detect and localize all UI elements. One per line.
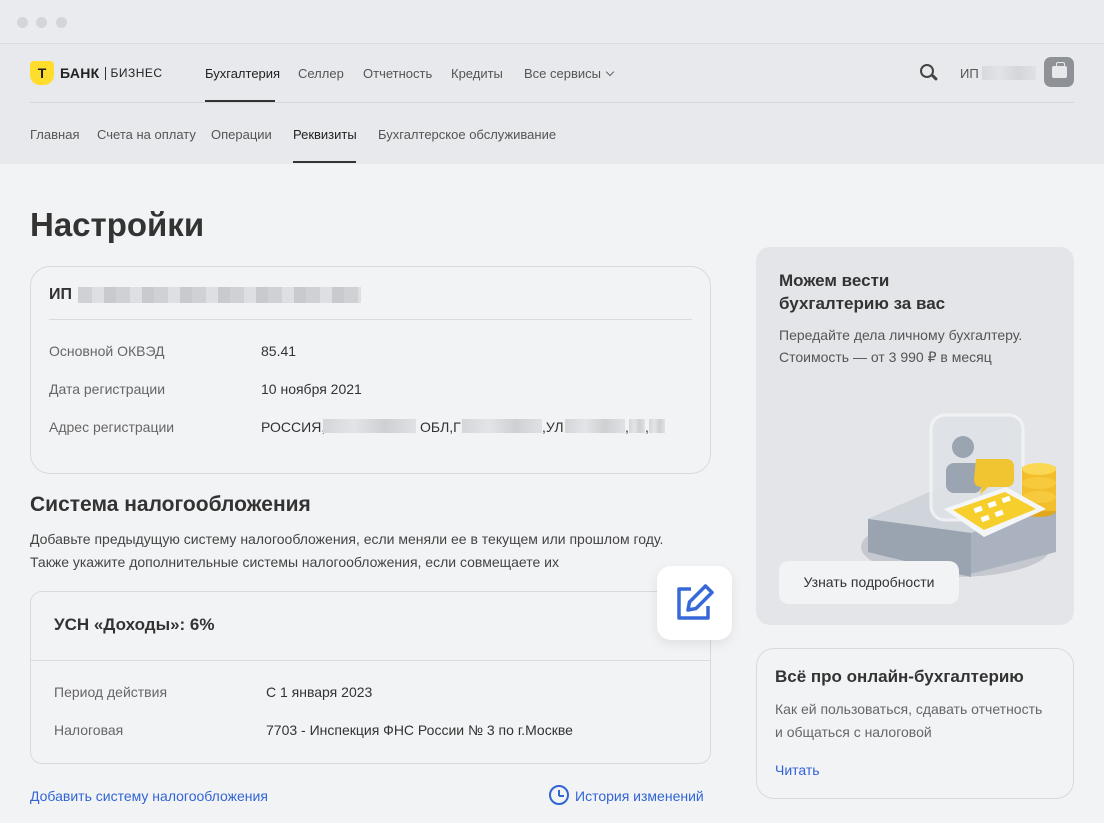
subnav-item-operations[interactable]: Операции [211,127,272,142]
tax-office-value: 7703 - Инспекция ФНС России № 3 по г.Мос… [266,722,573,738]
address-part-street: ,УЛ [542,419,564,435]
topnav-all-services-label: Все сервисы [524,66,601,81]
subnav-item-requisites[interactable]: Реквизиты [293,127,357,142]
topnav-item-reports[interactable]: Отчетность [363,66,432,81]
read-link[interactable]: Читать [775,762,820,778]
entity-type-label: ИП [49,286,72,303]
tax-system-name: УСН «Доходы»: 6% [54,615,215,634]
entity-divider [49,319,692,320]
address-part-region: ОБЛ,Г [420,419,461,435]
address-street-redacted [565,419,625,433]
header-divider [30,102,1074,103]
okved-label: Основной ОКВЭД [49,343,165,359]
registration-date-value: 10 ноября 2021 [261,381,362,397]
tax-card-divider [31,660,710,661]
tax-description-line-2: Также укажите дополнительные системы нал… [30,554,559,570]
registration-address-label: Адрес регистрации [49,419,175,435]
user-type-label[interactable]: ИП [960,66,979,81]
chevron-down-icon [605,67,615,77]
subnav-item-accounting-service[interactable]: Бухгалтерское обслуживание [378,127,556,142]
subnav-active-underline [293,161,356,163]
brand-name: БАНК [60,65,100,81]
info-card-text-line-2: и общаться с налоговой [775,724,932,740]
promo-text-line-1: Передайте дела личному бухгалтеру. [779,327,1023,343]
brand-shield-icon: Т [30,61,54,85]
info-card-title: Всё про онлайн-бухгалтерию [775,667,1024,686]
tax-period-value: С 1 января 2023 [266,684,373,700]
address-city-redacted [462,419,542,433]
briefcase-icon [1052,62,1067,78]
tax-description-line-1: Добавьте предыдущую систему налогообложе… [30,531,664,547]
edit-button[interactable] [657,566,732,640]
brand-separator [104,66,106,80]
subnav-item-invoices[interactable]: Счета на оплату [97,127,196,142]
window-titlebar [0,0,1104,44]
brand-logo[interactable]: Т БАНК БИЗНЕС [30,61,163,85]
promo-title-line-2: бухгалтерию за вас [779,294,946,313]
clock-icon[interactable] [549,785,569,805]
info-card-text-line-1: Как ей пользоваться, сдавать отчетность [775,701,1043,717]
user-name-redacted [982,66,1036,80]
registration-date-label: Дата регистрации [49,381,166,397]
entity-name-redacted [78,287,361,303]
topnav-item-all-services[interactable]: Все сервисы [524,66,615,81]
avatar[interactable] [1044,57,1074,87]
window-close-dot[interactable] [17,17,28,28]
topnav-item-credits[interactable]: Кредиты [451,66,503,81]
okved-value: 85.41 [261,343,297,359]
address-part-country: РОССИЯ, [261,419,326,435]
add-tax-system-link[interactable]: Добавить систему налогообложения [30,788,268,804]
topnav-item-accounting[interactable]: Бухгалтерия [205,66,280,81]
subnav-item-home[interactable]: Главная [30,127,79,142]
edit-icon [677,584,714,620]
search-icon[interactable] [920,64,939,82]
address-flat-redacted [649,419,665,433]
learn-more-button[interactable]: Узнать подробности [779,561,959,604]
tax-office-label: Налоговая [54,722,124,738]
change-history-link[interactable]: История изменений [575,788,704,804]
window-minimize-dot[interactable] [36,17,47,28]
promo-text-line-2: Стоимость — от 3 990 ₽ в месяц [779,349,992,365]
brand-suffix: БИЗНЕС [110,66,163,80]
window-maximize-dot[interactable] [56,17,67,28]
topnav-item-seller[interactable]: Селлер [298,66,344,81]
tax-period-label: Период действия [54,684,168,700]
promo-title-line-1: Можем вести [779,271,890,290]
page-title: Настройки [30,206,205,243]
app-header [0,44,1104,164]
address-region-redacted [323,419,416,433]
address-house-redacted [629,419,645,433]
tax-section-title: Система налогообложения [30,493,311,516]
